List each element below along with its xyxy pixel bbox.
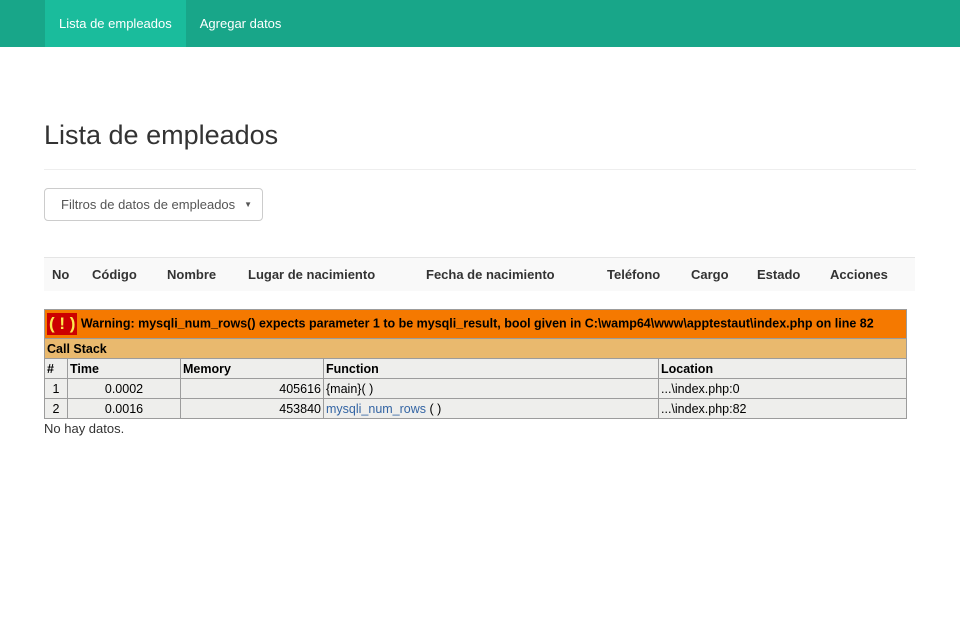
employee-table-header: No Código Nombre Lugar de nacimiento Fec… bbox=[44, 257, 915, 291]
callstack-cell-memory: 405616 bbox=[180, 378, 324, 399]
col-header-fecha-nacimiento[interactable]: Fecha de nacimiento bbox=[426, 267, 555, 282]
callstack-cell-function: {main}( ) bbox=[323, 378, 659, 399]
col-header-acciones[interactable]: Acciones bbox=[830, 267, 888, 282]
filter-select-label: Filtros de datos de empleados bbox=[61, 197, 236, 212]
col-header-cargo[interactable]: Cargo bbox=[691, 267, 729, 282]
callstack-cell-location: ...\index.php:0 bbox=[658, 378, 907, 399]
callstack-cell-function: mysqli_num_rows ( ) bbox=[323, 398, 659, 419]
callstack-cell-location: ...\index.php:82 bbox=[658, 398, 907, 419]
col-header-estado[interactable]: Estado bbox=[757, 267, 800, 282]
callstack-col-time: Time bbox=[67, 358, 181, 379]
callstack-col-location: Location bbox=[658, 358, 907, 379]
col-header-nombre[interactable]: Nombre bbox=[167, 267, 216, 282]
function-doc-link[interactable]: mysqli_num_rows bbox=[326, 402, 426, 416]
callstack-row: 2 0.0016 453840 mysqli_num_rows ( ) ...\… bbox=[44, 398, 907, 419]
top-navbar: Lista de empleados Agregar datos bbox=[0, 0, 960, 47]
callstack-cell-number: 1 bbox=[44, 378, 68, 399]
page-title: Lista de empleados bbox=[44, 120, 279, 150]
warning-message: Warning: mysqli_num_rows() expects param… bbox=[80, 316, 874, 331]
col-header-lugar-nacimiento[interactable]: Lugar de nacimiento bbox=[248, 267, 375, 282]
employee-filter-select[interactable]: Filtros de datos de empleados ▼ bbox=[44, 188, 263, 221]
callstack-col-number: # bbox=[44, 358, 68, 379]
col-header-telefono[interactable]: Teléfono bbox=[607, 267, 660, 282]
divider bbox=[44, 169, 916, 170]
callstack-cell-memory: 453840 bbox=[180, 398, 324, 419]
nav-item-lista-empleados[interactable]: Lista de empleados bbox=[45, 0, 186, 47]
callstack-cell-number: 2 bbox=[44, 398, 68, 419]
function-call-suffix: ( ) bbox=[426, 401, 442, 416]
nav-item-agregar-datos[interactable]: Agregar datos bbox=[186, 0, 296, 47]
no-data-message: No hay datos. bbox=[44, 421, 125, 436]
callstack-col-function: Function bbox=[323, 358, 659, 379]
col-header-no[interactable]: No bbox=[52, 267, 69, 282]
warning-icon: ( ! ) bbox=[47, 313, 78, 335]
col-header-codigo[interactable]: Código bbox=[92, 267, 137, 282]
callstack-row: 1 0.0002 405616 {main}( ) ...\index.php:… bbox=[44, 378, 907, 399]
php-error-table: ( ! ) Warning: mysqli_num_rows() expects… bbox=[44, 309, 907, 419]
callstack-cell-time: 0.0002 bbox=[67, 378, 181, 399]
warning-message-row: ( ! ) Warning: mysqli_num_rows() expects… bbox=[44, 309, 907, 339]
main-container: Lista de empleados Filtros de datos de e… bbox=[0, 47, 960, 436]
callstack-col-memory: Memory bbox=[180, 358, 324, 379]
chevron-down-icon: ▼ bbox=[244, 200, 252, 209]
callstack-header: Call Stack bbox=[44, 338, 907, 359]
callstack-cell-time: 0.0016 bbox=[67, 398, 181, 419]
